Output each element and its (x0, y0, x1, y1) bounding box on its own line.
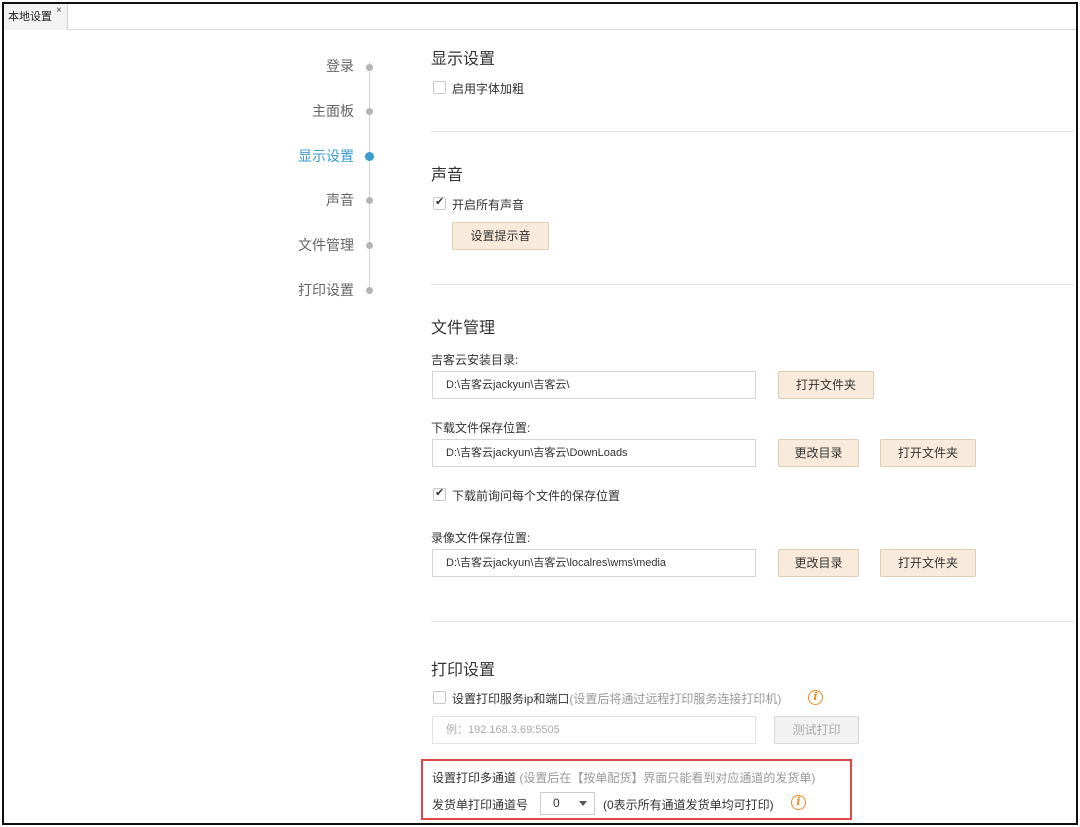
install-dir-field[interactable]: D:\吉客云jackyun\吉客云\ (432, 371, 756, 399)
print-section-title: 打印设置 (431, 662, 496, 679)
nav-item-sound[interactable]: 声音 (326, 190, 354, 210)
nav-dot-login (366, 64, 373, 71)
install-dir-label: 吉客云安装目录: (431, 353, 519, 367)
nav-item-main-panel[interactable]: 主面板 (312, 101, 354, 121)
channel-no-hint: (0表示所有通道发货单均可打印) (603, 798, 774, 812)
open-install-folder-button[interactable]: 打开文件夹 (778, 371, 874, 399)
section-divider (431, 284, 1074, 285)
nav-timeline (369, 62, 370, 292)
files-section-title: 文件管理 (431, 320, 496, 337)
open-download-folder-button[interactable]: 打开文件夹 (880, 439, 976, 467)
info-icon[interactable]: i (791, 795, 806, 810)
test-print-button[interactable]: 测试打印 (774, 716, 859, 744)
chevron-down-icon (579, 801, 587, 806)
bold-font-checkbox[interactable] (433, 81, 446, 94)
section-divider (431, 621, 1074, 622)
tab-local-settings[interactable]: 本地设置 × (4, 4, 68, 30)
channel-no-label: 发货单打印通道号 (432, 798, 529, 812)
nav-dot-sound (366, 197, 373, 204)
nav-dot-main-panel (366, 108, 373, 115)
nav-item-display[interactable]: 显示设置 (298, 146, 354, 166)
channel-no-select[interactable]: 0 (540, 792, 595, 815)
change-download-dir-button[interactable]: 更改目录 (778, 439, 859, 467)
video-dir-label: 录像文件保存位置: (431, 531, 531, 545)
download-dir-field[interactable]: D:\吉客云jackyun\吉客云\DownLoads (432, 439, 756, 467)
print-server-label-text: 设置打印服务ip和端口 (452, 692, 570, 706)
nav-dot-display (365, 152, 374, 161)
section-divider (431, 131, 1074, 132)
nav-item-print[interactable]: 打印设置 (298, 280, 354, 300)
print-server-input[interactable]: 例：192.168.3.69:5505 (432, 716, 756, 744)
multi-channel-hint: (设置后在【按单配货】界面只能看到对应通道的发货单) (519, 771, 816, 785)
ask-each-checkbox[interactable] (433, 486, 446, 501)
enable-all-sound-checkbox[interactable] (433, 195, 446, 210)
tab-label: 本地设置 (8, 11, 52, 23)
print-server-hint: (设置后将通过远程打印服务连接打印机) (569, 692, 782, 706)
bold-font-label: 启用字体加粗 (452, 82, 525, 96)
close-icon[interactable]: × (56, 0, 62, 24)
tab-bar: 本地设置 × (4, 4, 1076, 30)
multi-channel-label-text: 设置打印多通道 (432, 771, 517, 785)
set-tone-button[interactable]: 设置提示音 (452, 222, 549, 250)
nav-item-login[interactable]: 登录 (326, 56, 354, 76)
sound-section-title: 声音 (431, 167, 464, 184)
channel-no-value: 0 (553, 796, 560, 810)
nav-item-files[interactable]: 文件管理 (298, 235, 354, 255)
video-dir-field[interactable]: D:\吉客云jackyun\吉客云\localres\wms\media (432, 549, 756, 577)
print-server-label: 设置打印服务ip和端口(设置后将通过远程打印服务连接打印机) (452, 690, 781, 707)
display-section-title: 显示设置 (431, 51, 496, 68)
change-video-dir-button[interactable]: 更改目录 (778, 549, 859, 577)
nav-dot-files (366, 242, 373, 249)
multi-channel-label: 设置打印多通道 (设置后在【按单配货】界面只能看到对应通道的发货单) (432, 769, 815, 786)
info-icon[interactable]: i (808, 690, 823, 705)
print-server-checkbox[interactable] (433, 691, 446, 704)
nav-dot-print (366, 287, 373, 294)
open-video-folder-button[interactable]: 打开文件夹 (880, 549, 976, 577)
ask-each-label: 下载前询问每个文件的保存位置 (452, 489, 621, 503)
enable-all-sound-label: 开启所有声音 (452, 198, 525, 212)
download-dir-label: 下载文件保存位置: (431, 421, 531, 435)
